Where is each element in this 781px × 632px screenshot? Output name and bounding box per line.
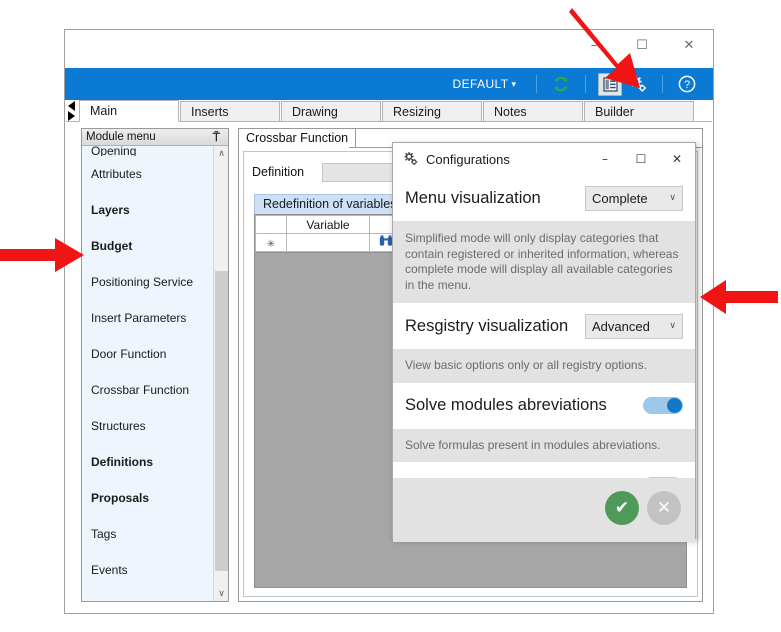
sidebar-item-budget[interactable]: Budget	[82, 228, 228, 264]
sidebar-item-structures[interactable]: Structures	[82, 408, 228, 444]
registry-visualization-row: Resgistry visualization Advanced ∨	[393, 303, 695, 349]
row-marker-cell[interactable]: ✳	[255, 233, 287, 252]
close-button[interactable]: ✕	[666, 30, 712, 60]
window-titlebar: – ☐ ✕	[65, 30, 713, 68]
screenshot-root: – ☐ ✕ DEFAULT ▾ ? Main Inserts Drawing R…	[0, 0, 781, 632]
minimize-icon: –	[602, 152, 608, 166]
main-tabstrip: Main Inserts Drawing Resizing Notes Buil…	[65, 100, 713, 122]
refresh-icon	[554, 76, 568, 92]
registry-visualization-select[interactable]: Advanced ∨	[585, 313, 683, 339]
configurations-footer: ✔ ✕	[393, 478, 695, 538]
column-header-select	[255, 215, 287, 234]
maximize-icon: ☐	[635, 152, 647, 166]
profile-label: DEFAULT	[452, 77, 509, 91]
confirm-button[interactable]: ✔	[605, 491, 639, 525]
sidebar-item-events[interactable]: Events	[82, 552, 228, 588]
configurations-dialog: Configurations – ☐ ✕ Menu visualization …	[392, 142, 696, 542]
module-menu-scrollbar[interactable]: ∧ ∨	[213, 146, 228, 601]
check-icon: ✔	[614, 498, 630, 518]
close-icon: ✕	[656, 498, 672, 518]
document-tab-crossbar-function[interactable]: Crossbar Function	[239, 129, 357, 148]
close-icon: ✕	[671, 152, 683, 166]
sidebar-item-crossbar-function[interactable]: Crossbar Function	[82, 372, 228, 408]
sidebar-item-definitions[interactable]: Definitions	[82, 444, 228, 480]
menu-visualization-label: Menu visualization	[405, 188, 541, 207]
maximize-button[interactable]: ☐	[619, 30, 665, 60]
tab-drawing[interactable]: Drawing	[281, 101, 381, 122]
chevron-down-icon: ∨	[669, 321, 676, 331]
scrollbar-down-icon[interactable]: ∨	[214, 586, 229, 601]
configurations-close-button[interactable]: ✕	[659, 144, 695, 174]
variable-cell[interactable]	[286, 233, 370, 252]
svg-text:?: ?	[684, 79, 690, 91]
close-icon: ✕	[683, 37, 695, 53]
menu-visualization-select[interactable]: Complete ∨	[585, 185, 683, 211]
sidebar-item-layers[interactable]: Layers	[82, 192, 228, 228]
module-menu-title: Module menu	[86, 131, 156, 143]
sidebar-item-door-function[interactable]: Door Function	[82, 336, 228, 372]
sidebar-item-tags[interactable]: Tags	[82, 516, 228, 552]
tab-notes[interactable]: Notes	[483, 101, 583, 122]
menu-visualization-row: Menu visualization Complete ∨	[393, 175, 695, 221]
maximize-icon: ☐	[636, 37, 648, 53]
configurations-titlebar: Configurations – ☐ ✕	[393, 143, 695, 175]
sidebar-item-proposals[interactable]: Proposals	[82, 480, 228, 516]
chevron-down-icon: ∨	[669, 193, 676, 203]
registry-visualization-value: Advanced	[592, 318, 650, 334]
configurations-dialog-title: Configurations	[426, 151, 510, 167]
definition-label: Definition	[252, 165, 305, 179]
solve-modules-abreviations-row: Solve modules abreviations	[393, 382, 695, 429]
toggle-knob	[667, 398, 682, 413]
binoculars-icon	[379, 235, 393, 246]
scroll-left-icon[interactable]	[68, 101, 75, 111]
tab-main[interactable]: Main	[79, 100, 179, 122]
scrollbar-up-icon[interactable]: ∧	[214, 146, 229, 161]
configurations-button[interactable]	[626, 73, 650, 95]
configurations-minimize-button[interactable]: –	[587, 144, 623, 174]
sidebar-item-insert-parameters[interactable]: Insert Parameters	[82, 300, 228, 336]
minimize-button[interactable]: –	[571, 30, 617, 60]
tab-scroll-arrows[interactable]	[65, 100, 79, 122]
solve-modules-abreviations-toggle[interactable]	[643, 397, 683, 414]
scroll-right-icon[interactable]	[68, 111, 75, 121]
help-button[interactable]: ?	[675, 73, 699, 95]
tab-builder[interactable]: Builder	[584, 101, 694, 122]
app-toolbar: DEFAULT ▾ ?	[65, 68, 713, 100]
registry-visualization-label: Resgistry visualization	[405, 316, 569, 335]
scrollbar-thumb[interactable]	[215, 271, 228, 571]
toolbar-divider	[536, 75, 537, 93]
sidebar-item-positioning-service[interactable]: Positioning Service	[82, 264, 228, 300]
registry-button[interactable]	[598, 72, 622, 96]
cancel-button[interactable]: ✕	[647, 491, 681, 525]
configurations-icon	[630, 75, 646, 92]
tab-resizing[interactable]: Resizing	[382, 101, 482, 122]
module-menu-panel: Module menu ⍑ Opening Attributes Layers …	[81, 128, 229, 602]
menu-visualization-value: Complete	[592, 190, 648, 206]
module-menu-list: Opening Attributes Layers Budget Positio…	[82, 146, 228, 601]
redefinition-tab[interactable]: Redefinition of variables	[254, 194, 412, 214]
sidebar-item-attributes[interactable]: Attributes	[82, 156, 228, 192]
pin-icon[interactable]: ⍑	[213, 130, 224, 145]
help-icon: ?	[678, 75, 696, 93]
configurations-maximize-button[interactable]: ☐	[623, 144, 659, 174]
minimize-icon: –	[590, 37, 598, 53]
registry-visualization-description: View basic options only or all registry …	[393, 349, 695, 383]
new-row-icon: ✳	[266, 238, 276, 250]
module-menu-header: Module menu ⍑	[82, 129, 228, 146]
solve-modules-abreviations-label: Solve modules abreviations	[405, 396, 607, 414]
sidebar-item-opening[interactable]: Opening	[82, 146, 228, 156]
menu-visualization-description: Simplified mode will only display catego…	[393, 221, 695, 303]
chevron-down-icon[interactable]: ▾	[511, 79, 516, 90]
column-header-variable: Variable	[286, 215, 370, 234]
tab-inserts[interactable]: Inserts	[180, 101, 280, 122]
toolbar-divider-3	[662, 75, 663, 93]
toolbar-divider-2	[585, 75, 586, 93]
registry-icon	[602, 76, 618, 92]
solve-modules-abreviations-description: Solve formulas present in modules abrevi…	[393, 428, 695, 462]
configurations-dialog-icon	[403, 151, 419, 167]
refresh-button[interactable]	[549, 73, 573, 95]
